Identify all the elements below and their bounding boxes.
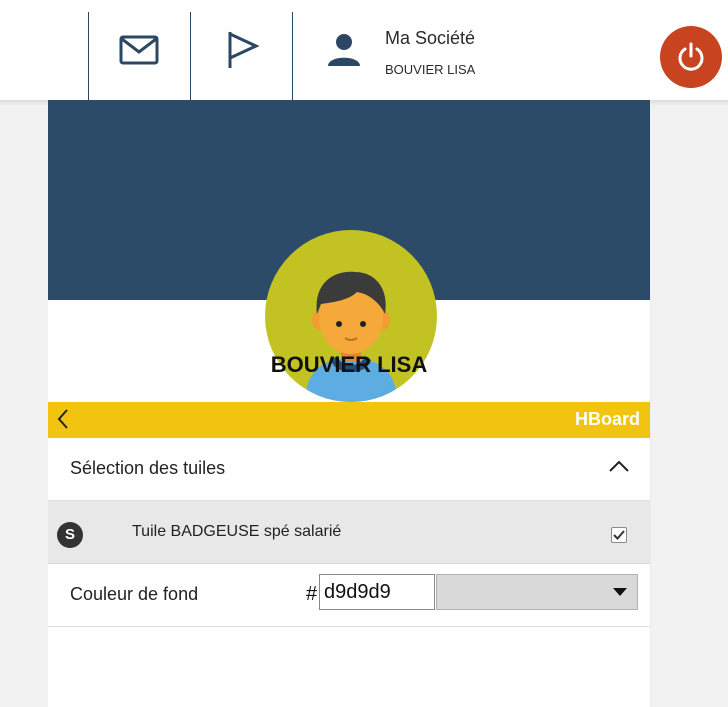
profile-name: BOUVIER LISA: [270, 352, 428, 377]
divider: [88, 12, 89, 100]
power-icon: [678, 42, 704, 71]
divider: [292, 12, 293, 100]
top-bar: Ma Société BOUVIER LISA: [0, 0, 728, 106]
chevron-left-icon: [57, 409, 68, 429]
hash-prefix: #: [306, 583, 318, 605]
flag-icon: [228, 31, 260, 68]
check-icon: [613, 530, 625, 540]
tile-checkbox[interactable]: [611, 527, 627, 543]
panel-edge: [650, 100, 651, 707]
tile-selection-header[interactable]: Sélection des tuiles: [48, 438, 650, 501]
section-title: Sélection des tuiles: [70, 458, 226, 478]
hboard-header: HBoard: [48, 402, 650, 438]
back-button[interactable]: [56, 408, 70, 435]
mail-button[interactable]: [104, 22, 174, 78]
flag-button[interactable]: [212, 22, 272, 78]
user-button[interactable]: [318, 22, 370, 78]
color-picker-dropdown[interactable]: [436, 574, 638, 610]
background-color-label: Couleur de fond: [70, 584, 199, 604]
tile-label: Tuile BADGEUSE spé salarié: [132, 523, 342, 540]
hboard-title: HBoard: [574, 409, 640, 429]
company-name: Ma Société: [385, 28, 476, 48]
user-name: BOUVIER LISA: [385, 62, 476, 77]
caret-down-icon: [613, 588, 627, 596]
profile-panel: BOUVIER LISA HBoard Sélection des tuiles…: [48, 100, 650, 707]
divider: [190, 12, 191, 100]
tile-badge: S: [57, 522, 83, 548]
chevron-up-icon: [609, 460, 629, 472]
tile-row[interactable]: S Tuile BADGEUSE spé salarié: [48, 501, 650, 564]
color-hex-input[interactable]: [319, 574, 435, 610]
user-icon: [328, 34, 360, 66]
mail-icon: [119, 35, 159, 65]
background-color-row: Couleur de fond #: [48, 564, 650, 627]
logout-button[interactable]: [660, 26, 722, 88]
